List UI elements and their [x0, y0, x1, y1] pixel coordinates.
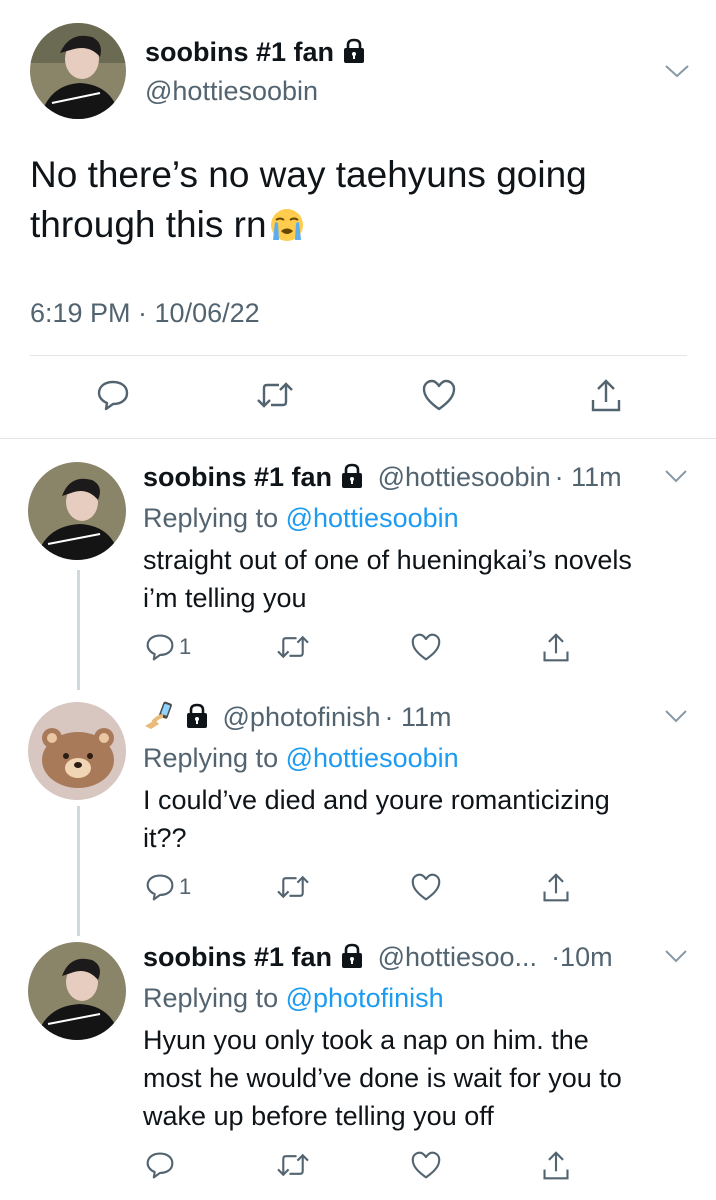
reply-text-line: straight out of one of hueningkai’s nove…	[143, 545, 632, 575]
reply-header: @photofinish · 11m	[143, 700, 688, 734]
reply-time[interactable]: ·10m	[551, 942, 613, 972]
lock-icon	[185, 703, 209, 737]
reply-text-line: I could’ve died and youre romanticizing	[143, 785, 610, 815]
reply-header: soobins #1 fan @hottiesoobin · 11m	[143, 460, 688, 494]
reply-avatar[interactable]	[28, 702, 126, 800]
replying-to: Replying to @hottiesoobin	[143, 738, 688, 778]
main-action-bar	[0, 378, 716, 418]
chevron-down-icon[interactable]	[664, 62, 690, 80]
reply-text-line: it??	[143, 823, 187, 853]
comment-icon	[146, 634, 174, 661]
reply-time[interactable]: · 11m	[385, 702, 452, 732]
reply-action-bar: 1	[0, 872, 716, 912]
main-timestamp[interactable]: 6:19 PM · 10/06/22	[30, 298, 260, 329]
retweet-icon	[277, 1153, 309, 1177]
main-tweet-text: No there’s no way taehyuns going through…	[30, 150, 670, 256]
comment-icon	[146, 874, 174, 901]
lock-icon	[340, 943, 364, 977]
like-icon	[411, 633, 441, 661]
reply-text: I could’ve died and youre romanticizing …	[143, 781, 688, 857]
reply-item: soobins #1 fan @hottiesoo... ·10m Replyin…	[143, 940, 688, 1135]
chevron-down-icon[interactable]	[664, 948, 688, 964]
share-icon	[543, 1151, 569, 1180]
reply-handle[interactable]: @hottiesoo...	[378, 942, 538, 972]
thread-line	[77, 806, 80, 936]
replying-prefix: Replying to	[143, 983, 279, 1013]
main-display-name[interactable]: soobins #1 fan	[145, 37, 334, 67]
reply-text-line: i’m telling you	[143, 583, 307, 613]
reply-display-name[interactable]: soobins #1 fan	[143, 942, 332, 972]
reply-action-bar: 1	[0, 632, 716, 672]
divider	[30, 355, 687, 356]
main-author: soobins #1 fan	[145, 37, 366, 69]
phone-in-hand-icon	[143, 700, 177, 738]
comment-button[interactable]	[145, 1150, 179, 1180]
reply-avatar[interactable]	[28, 462, 126, 560]
replying-to-link[interactable]: @hottiesoobin	[286, 743, 459, 773]
share-icon	[543, 633, 569, 662]
comment-button[interactable]	[96, 378, 130, 412]
retweet-button[interactable]	[255, 378, 295, 412]
lock-icon	[340, 463, 364, 497]
like-button[interactable]	[410, 1150, 442, 1180]
main-avatar[interactable]	[30, 23, 126, 119]
reply-count: 1	[179, 634, 192, 659]
thread-line	[77, 570, 80, 690]
like-icon	[411, 1151, 441, 1179]
retweet-icon	[257, 382, 293, 408]
reply-text: straight out of one of hueningkai’s nove…	[143, 541, 688, 617]
share-button[interactable]	[541, 872, 571, 904]
reply-time[interactable]: · 11m	[555, 462, 622, 492]
share-icon	[543, 873, 569, 902]
divider	[0, 438, 716, 439]
loudly-crying-face-icon	[269, 206, 305, 256]
reply-item: @photofinish · 11m Replying to @hottiesoo…	[143, 700, 688, 857]
retweet-button[interactable]	[275, 872, 311, 902]
reply-avatar[interactable]	[28, 942, 126, 1040]
like-button[interactable]	[410, 872, 442, 902]
like-icon	[422, 379, 456, 411]
share-button[interactable]	[589, 378, 623, 414]
share-icon	[591, 379, 621, 412]
reply-text-line: most he would’ve done is wait for you to	[143, 1063, 622, 1093]
retweet-button[interactable]	[275, 1150, 311, 1180]
chevron-down-icon[interactable]	[664, 468, 688, 484]
reply-display-name[interactable]: soobins #1 fan	[143, 462, 332, 492]
like-button[interactable]	[421, 378, 457, 412]
replying-prefix: Replying to	[143, 743, 279, 773]
lock-icon	[342, 38, 366, 69]
share-button[interactable]	[541, 1150, 571, 1182]
reply-item: soobins #1 fan @hottiesoobin · 11m Replyi…	[143, 460, 688, 617]
like-button[interactable]	[410, 632, 442, 662]
chevron-down-icon[interactable]	[664, 708, 688, 724]
reply-action-bar	[0, 1150, 716, 1190]
comment-button[interactable]: 1	[145, 632, 191, 662]
like-icon	[411, 873, 441, 901]
comment-icon	[146, 1152, 174, 1179]
share-button[interactable]	[541, 632, 571, 664]
retweet-icon	[277, 635, 309, 659]
reply-header: soobins #1 fan @hottiesoo... ·10m	[143, 940, 688, 974]
reply-handle[interactable]: @photofinish	[223, 702, 381, 732]
reply-handle[interactable]: @hottiesoobin	[378, 462, 551, 492]
replying-to: Replying to @hottiesoobin	[143, 498, 688, 538]
main-handle[interactable]: @hottiesoobin	[145, 76, 318, 107]
comment-button[interactable]: 1	[145, 872, 191, 902]
reply-text-line: wake up before telling you off	[143, 1101, 494, 1131]
reply-text: Hyun you only took a nap on him. the mos…	[143, 1021, 688, 1135]
retweet-icon	[277, 875, 309, 899]
replying-to-link[interactable]: @photofinish	[286, 983, 444, 1013]
main-tweet-text-content: No there’s no way taehyuns going through…	[30, 154, 587, 245]
retweet-button[interactable]	[275, 632, 311, 662]
reply-text-line: Hyun you only took a nap on him. the	[143, 1025, 589, 1055]
replying-to-link[interactable]: @hottiesoobin	[286, 503, 459, 533]
replying-prefix: Replying to	[143, 503, 279, 533]
reply-count: 1	[179, 874, 192, 899]
replying-to: Replying to @photofinish	[143, 978, 688, 1018]
comment-icon	[97, 380, 129, 411]
